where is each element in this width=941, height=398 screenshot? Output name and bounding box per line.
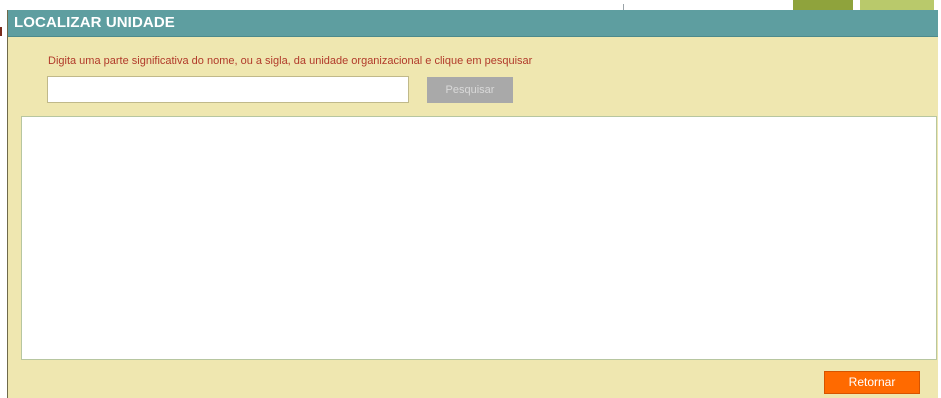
screen: LOCALIZAR UNIDADE Digita uma parte signi… bbox=[0, 0, 941, 398]
background-left-edge bbox=[0, 0, 2, 398]
search-button[interactable]: Pesquisar bbox=[427, 77, 513, 103]
search-instruction: Digita uma parte significativa do nome, … bbox=[48, 55, 533, 67]
dialog-titlebar[interactable]: LOCALIZAR UNIDADE bbox=[8, 10, 938, 37]
return-button[interactable]: Retornar bbox=[824, 371, 920, 394]
localizar-unidade-dialog: LOCALIZAR UNIDADE Digita uma parte signi… bbox=[7, 10, 938, 398]
background-left-mark bbox=[0, 27, 2, 36]
results-panel bbox=[21, 116, 937, 360]
dialog-title: LOCALIZAR UNIDADE bbox=[14, 14, 175, 31]
search-input[interactable] bbox=[47, 76, 409, 103]
